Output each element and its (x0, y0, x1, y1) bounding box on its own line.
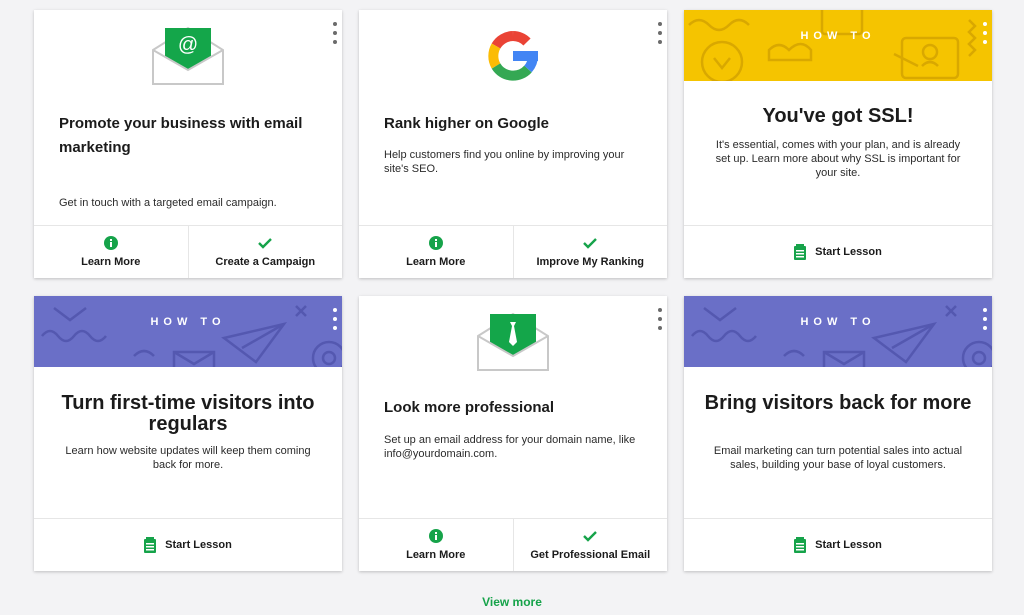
banner-label: HOW TO (150, 316, 226, 328)
action-label: Learn More (406, 256, 466, 268)
card-description: Email marketing can turn potential sales… (713, 445, 963, 471)
svg-text:@: @ (178, 34, 198, 56)
card-description: It's essential, comes with your plan, an… (715, 139, 961, 179)
action-label: Create a Campaign (215, 256, 316, 268)
learn-more-button[interactable]: Learn More (359, 519, 513, 571)
learn-more-button[interactable]: Learn More (359, 226, 513, 278)
lesson-icon (794, 244, 807, 260)
card-description: Learn how website updates will keep them… (65, 445, 311, 471)
professional-email-icon (476, 312, 550, 379)
card-menu-icon[interactable] (655, 308, 665, 330)
card-menu-icon[interactable] (330, 22, 340, 44)
info-icon (103, 236, 118, 250)
card-menu-icon[interactable] (980, 22, 990, 44)
card-description: Help customers find you online by improv… (384, 149, 625, 175)
lesson-icon (144, 537, 157, 553)
card-title: Promote your business with email marketi… (59, 115, 303, 156)
create-campaign-button[interactable]: Create a Campaign (187, 226, 343, 278)
info-icon (428, 236, 443, 250)
check-icon (583, 236, 598, 250)
learn-more-button[interactable]: Learn More (34, 226, 188, 278)
banner-pattern (691, 305, 992, 367)
card-bring-visitors-back-lesson: HOW TO Bring visitors back for more Emai… (684, 296, 992, 571)
card-title: You've got SSL! (762, 105, 914, 127)
action-label: Learn More (81, 256, 141, 268)
start-lesson-button[interactable]: Start Lesson (684, 519, 992, 571)
action-label: Start Lesson (815, 539, 882, 551)
card-actions: Start Lesson (34, 518, 342, 571)
banner-pattern (688, 10, 977, 81)
how-to-banner: HOW TO (684, 10, 992, 81)
email-envelope-icon: @ (151, 26, 225, 93)
lesson-icon (794, 537, 807, 553)
action-label: Learn More (406, 549, 466, 561)
card-actions: Start Lesson (684, 518, 992, 571)
check-icon (258, 236, 273, 250)
improve-ranking-button[interactable]: Improve My Ranking (512, 226, 668, 278)
action-label: Get Professional Email (530, 549, 651, 561)
card-actions: Learn More Improve My Ranking (359, 225, 667, 278)
action-label: Start Lesson (815, 246, 882, 258)
how-to-banner: HOW TO (684, 296, 992, 367)
card-description: Get in touch with a targeted email campa… (59, 197, 277, 209)
card-professional-email: Look more professional Set up an email a… (359, 296, 667, 571)
action-label: Improve My Ranking (536, 256, 645, 268)
card-actions: Learn More Create a Campaign (34, 225, 342, 278)
check-icon (583, 529, 598, 543)
card-actions: Learn More Get Professional Email (359, 518, 667, 571)
start-lesson-button[interactable]: Start Lesson (684, 226, 992, 278)
card-title: Rank higher on Google (384, 115, 550, 132)
how-to-banner: HOW TO (34, 296, 342, 367)
card-title: Turn first-time visitors into regulars (61, 392, 315, 435)
card-google-ranking: Rank higher on Google Help customers fin… (359, 10, 667, 278)
card-email-marketing: @ Promote your business with email marke… (34, 10, 342, 278)
google-logo-icon (485, 28, 541, 89)
card-visitors-regulars-lesson: HOW TO Turn first-time visitors into reg… (34, 296, 342, 571)
banner-pattern (41, 305, 342, 367)
get-professional-email-button[interactable]: Get Professional Email (512, 519, 668, 571)
card-menu-icon[interactable] (330, 308, 340, 330)
card-ssl-lesson: HOW TO You've got SSL! It's essential, c… (684, 10, 992, 278)
card-actions: Start Lesson (684, 225, 992, 278)
view-more-link[interactable]: View more (0, 595, 1024, 609)
card-description: Set up an email address for your domain … (384, 434, 636, 460)
card-title: Look more professional (384, 399, 555, 416)
start-lesson-button[interactable]: Start Lesson (34, 519, 342, 571)
banner-label: HOW TO (800, 30, 876, 42)
info-icon (428, 529, 443, 543)
card-title: Bring visitors back for more (704, 392, 972, 414)
card-menu-icon[interactable] (980, 308, 990, 330)
action-label: Start Lesson (165, 539, 232, 551)
card-menu-icon[interactable] (655, 22, 665, 44)
banner-label: HOW TO (800, 316, 876, 328)
